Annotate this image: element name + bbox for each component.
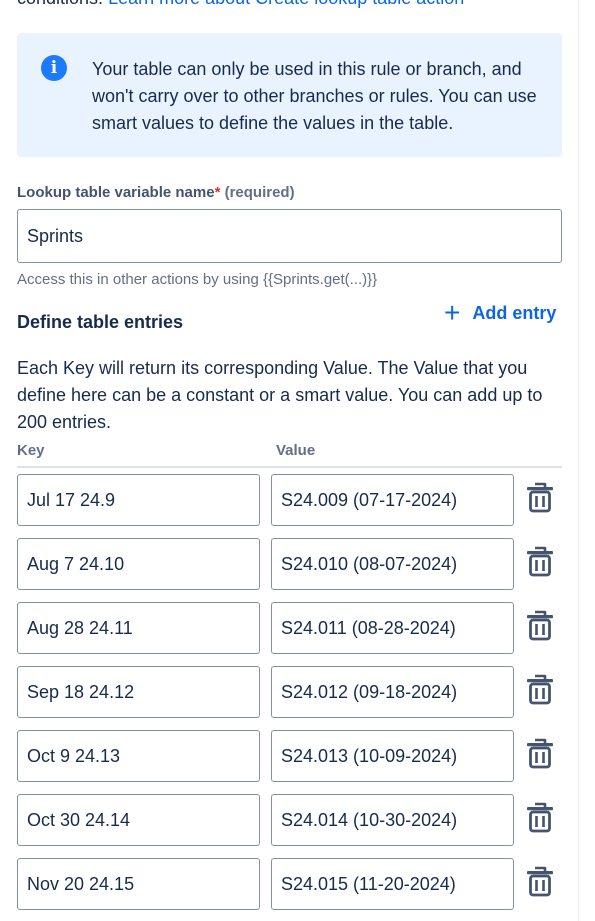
value-input[interactable]: S24.012 (09-18-2024) [271, 666, 514, 718]
add-entry-label: Add entry [472, 302, 557, 323]
value-input[interactable]: S24.014 (10-30-2024) [271, 794, 514, 846]
info-icon: i [41, 55, 67, 81]
table-row: Aug 28 24.11 S24.011 (08-28-2024) [0, 602, 595, 656]
key-input[interactable]: Jul 17 24.9 [17, 474, 260, 526]
key-input[interactable]: Aug 28 24.11 [17, 602, 260, 654]
value-input[interactable]: S24.013 (10-09-2024) [271, 730, 514, 782]
add-entry-button[interactable]: + Add entry [444, 298, 556, 328]
key-input[interactable]: Oct 9 24.13 [17, 730, 260, 782]
learn-more-link[interactable]: Learn more about Create lookup table act… [108, 0, 464, 8]
value-input[interactable]: S24.010 (08-07-2024) [271, 538, 514, 590]
variable-name-label: Lookup table variable name* (required) [17, 184, 295, 201]
trash-icon[interactable] [525, 672, 555, 706]
table-row: Aug 7 24.10 S24.010 (08-07-2024) [0, 538, 595, 592]
trash-icon[interactable] [525, 736, 555, 770]
required-marker: * [214, 184, 221, 201]
variable-name-helper: Access this in other actions by using {{… [17, 271, 378, 288]
header-divider [17, 466, 562, 468]
variable-name-label-text: Lookup table variable name [17, 184, 215, 201]
section-title: Define table entries [17, 312, 184, 332]
trash-icon[interactable] [525, 544, 555, 578]
variable-name-input[interactable]: Sprints [17, 209, 562, 263]
top-cut-text: conditions. Learn more about Create look… [17, 0, 464, 9]
value-input[interactable]: S24.015 (11-20-2024) [271, 858, 514, 910]
value-column-header: Value [276, 442, 316, 459]
entries-description: Each Key will return its corresponding V… [17, 358, 543, 432]
key-input[interactable]: Aug 7 24.10 [17, 538, 260, 590]
table-row: Oct 9 24.13 S24.013 (10-09-2024) [0, 730, 595, 784]
trash-icon[interactable] [525, 800, 555, 834]
required-text: (required) [224, 184, 295, 201]
table-row: Sep 18 24.12 S24.012 (09-18-2024) [0, 666, 595, 720]
key-column-header: Key [17, 442, 45, 459]
key-input[interactable]: Sep 18 24.12 [17, 666, 260, 718]
plus-icon: + [444, 297, 461, 328]
key-input[interactable]: Oct 30 24.14 [17, 794, 260, 846]
table-row: Nov 20 24.15 S24.015 (11-20-2024) [0, 858, 595, 912]
table-row: Jul 17 24.9 S24.009 (07-17-2024) [0, 474, 595, 528]
info-message: Your table can only be used in this rule… [92, 59, 537, 133]
table-row: Oct 30 24.14 S24.014 (10-30-2024) [0, 794, 595, 848]
trash-icon[interactable] [525, 864, 555, 898]
value-input[interactable]: S24.011 (08-28-2024) [271, 602, 514, 654]
value-input[interactable]: S24.009 (07-17-2024) [271, 474, 514, 526]
top-cut-prefix: conditions. [17, 0, 103, 8]
trash-icon[interactable] [525, 608, 555, 642]
panel-edge [578, 0, 579, 921]
info-panel: i Your table can only be used in this ru… [17, 33, 562, 157]
key-input[interactable]: Nov 20 24.15 [17, 858, 260, 910]
trash-icon[interactable] [525, 480, 555, 514]
